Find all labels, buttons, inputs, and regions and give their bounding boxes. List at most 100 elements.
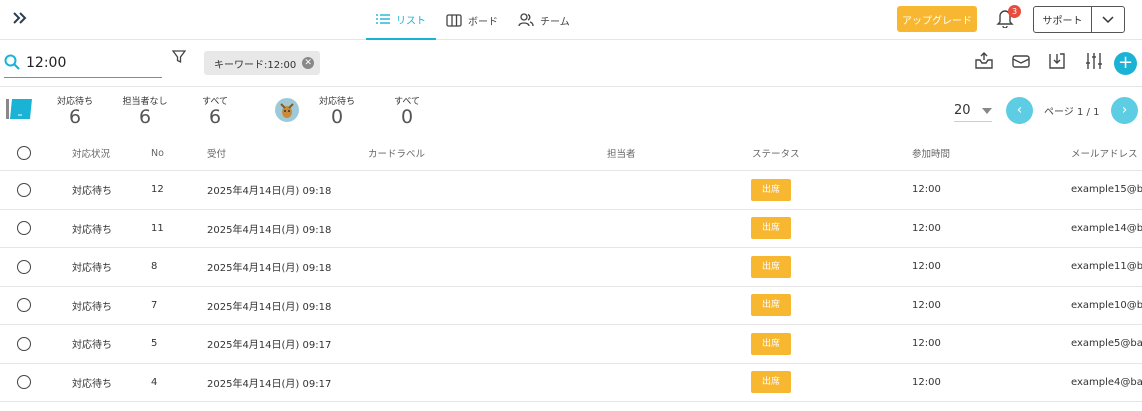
stats-bar: 対応待ち 6 担当者なし 6 すべて 6 対応待ち 0 すべて 0 20 ‹ ペ… <box>0 88 1142 136</box>
row-state: 対応待ち <box>72 378 112 390</box>
row-checkbox[interactable] <box>17 171 31 209</box>
mail-icon[interactable] <box>1011 51 1033 73</box>
tab-team[interactable]: チーム <box>508 0 580 40</box>
row-join-time: 12:00 <box>912 299 941 311</box>
download-icon[interactable] <box>1047 51 1069 73</box>
stat-member-waiting-value: 0 <box>330 106 344 128</box>
search-box <box>4 49 162 78</box>
column-header-card-label[interactable]: カードラベル <box>368 136 425 170</box>
stat-member-waiting[interactable]: 対応待ち 0 <box>318 94 356 127</box>
table-row[interactable]: 対応待ち 7 2025年4月14日(月) 09:18 出席 12:00 exam… <box>0 287 1142 325</box>
table-row[interactable]: 対応待ち 12 2025年4月14日(月) 09:18 出席 12:00 exa… <box>0 171 1142 210</box>
row-received: 2025年4月14日(月) 09:18 <box>207 263 332 275</box>
row-status[interactable]: 出席 <box>751 171 792 209</box>
row-no: 8 <box>151 261 158 273</box>
support-dropdown[interactable]: サポート <box>1033 6 1125 33</box>
stat-waiting[interactable]: 対応待ち 6 <box>56 94 94 127</box>
table-row[interactable]: 対応待ち 11 2025年4月14日(月) 09:18 出席 12:00 exa… <box>0 210 1142 248</box>
upgrade-button[interactable]: アップグレード <box>897 6 977 32</box>
team-icon <box>518 13 534 27</box>
keyword-filter-chip: キーワード:12:00 ✕ <box>204 51 321 75</box>
list-icon <box>376 13 390 25</box>
row-join-time: 12:00 <box>912 376 941 388</box>
card-table: 対応状況 No 受付 カードラベル 担当者 ステータス 参加時間 メールアドレス… <box>0 136 1142 402</box>
search-input[interactable] <box>26 55 146 71</box>
tab-board-label: ボード <box>468 16 498 28</box>
filter-icon[interactable] <box>171 50 187 67</box>
group-tag-icon[interactable] <box>6 97 34 121</box>
row-status[interactable]: 出席 <box>751 287 792 325</box>
status-badge: 出席 <box>751 217 792 240</box>
row-state: 対応待ち <box>72 186 112 198</box>
caret-down-icon <box>982 103 992 118</box>
per-page-select[interactable]: 20 <box>954 100 992 122</box>
row-checkbox[interactable] <box>17 325 31 363</box>
row-received: 2025年4月14日(月) 09:17 <box>207 378 332 390</box>
row-checkbox[interactable] <box>17 210 31 248</box>
view-switcher: リスト ボード チーム <box>366 0 580 40</box>
export-icon[interactable] <box>974 51 996 73</box>
tab-team-label: チーム <box>540 16 570 28</box>
row-status[interactable]: 出席 <box>751 325 792 363</box>
add-card-button[interactable]: + <box>1114 52 1137 75</box>
column-header-email[interactable]: メールアドレス <box>1071 136 1138 170</box>
avatar[interactable] <box>275 98 299 122</box>
row-state: 対応待ち <box>72 263 112 275</box>
next-page-button[interactable]: › <box>1111 97 1138 124</box>
settings-sliders-icon[interactable] <box>1084 51 1106 73</box>
row-no: 11 <box>151 222 164 234</box>
row-no: 7 <box>151 299 158 311</box>
column-header-status[interactable]: ステータス <box>752 136 800 170</box>
tab-board[interactable]: ボード <box>436 0 508 40</box>
row-status[interactable]: 出席 <box>751 210 792 248</box>
row-no: 4 <box>151 376 158 388</box>
row-join-time: 12:00 <box>912 338 941 350</box>
select-all-checkbox[interactable] <box>17 136 31 170</box>
row-email: example4@basi <box>1071 376 1142 388</box>
tab-list[interactable]: リスト <box>366 0 436 40</box>
status-badge: 出席 <box>751 294 792 317</box>
table-row[interactable]: 対応待ち 4 2025年4月14日(月) 09:17 出席 12:00 exam… <box>0 364 1142 402</box>
prev-page-button[interactable]: ‹ <box>1006 97 1033 124</box>
row-status[interactable]: 出席 <box>751 248 792 286</box>
row-state: 対応待ち <box>72 224 112 236</box>
column-header-assignee[interactable]: 担当者 <box>607 136 636 170</box>
row-received: 2025年4月14日(月) 09:17 <box>207 340 332 352</box>
row-no: 12 <box>151 184 164 196</box>
top-bar: リスト ボード チーム アップグレード 3 サポート <box>0 0 1142 40</box>
row-received: 2025年4月14日(月) 09:18 <box>207 301 332 313</box>
column-header-state[interactable]: 対応状況 <box>72 136 110 170</box>
table-row[interactable]: 対応待ち 8 2025年4月14日(月) 09:18 出席 12:00 exam… <box>0 248 1142 287</box>
stat-waiting-value: 6 <box>68 106 82 128</box>
row-received: 2025年4月14日(月) 09:18 <box>207 186 332 198</box>
row-checkbox[interactable] <box>17 287 31 325</box>
status-badge: 出席 <box>751 332 792 355</box>
per-page-value: 20 <box>954 103 971 118</box>
notification-badge: 3 <box>1008 5 1021 18</box>
close-icon[interactable]: ✕ <box>302 57 315 69</box>
row-checkbox[interactable] <box>17 248 31 286</box>
column-header-received[interactable]: 受付 <box>207 136 226 170</box>
row-email: example15@basi <box>1071 184 1142 196</box>
row-join-time: 12:00 <box>912 184 941 196</box>
row-received: 2025年4月14日(月) 09:18 <box>207 224 332 236</box>
column-header-join-time[interactable]: 参加時間 <box>912 136 950 170</box>
support-button[interactable]: サポート <box>1034 7 1092 32</box>
tab-list-label: リスト <box>396 15 426 27</box>
expand-sidebar-icon[interactable] <box>10 8 32 28</box>
row-status[interactable]: 出席 <box>751 364 792 402</box>
row-join-time: 12:00 <box>912 261 941 273</box>
table-row[interactable]: 対応待ち 5 2025年4月14日(月) 09:17 出席 12:00 exam… <box>0 325 1142 364</box>
column-header-no[interactable]: No <box>151 136 164 170</box>
stat-member-all[interactable]: すべて 0 <box>390 94 424 127</box>
chevron-down-icon[interactable] <box>1092 7 1124 32</box>
status-badge: 出席 <box>751 371 792 394</box>
stat-unassigned[interactable]: 担当者なし 6 <box>120 94 170 127</box>
row-state: 対応待ち <box>72 301 112 313</box>
search-icon <box>4 54 20 73</box>
status-badge: 出席 <box>751 255 792 278</box>
row-checkbox[interactable] <box>17 364 31 402</box>
row-no: 5 <box>151 338 158 350</box>
status-badge: 出席 <box>751 178 792 201</box>
stat-all[interactable]: すべて 6 <box>198 94 232 127</box>
